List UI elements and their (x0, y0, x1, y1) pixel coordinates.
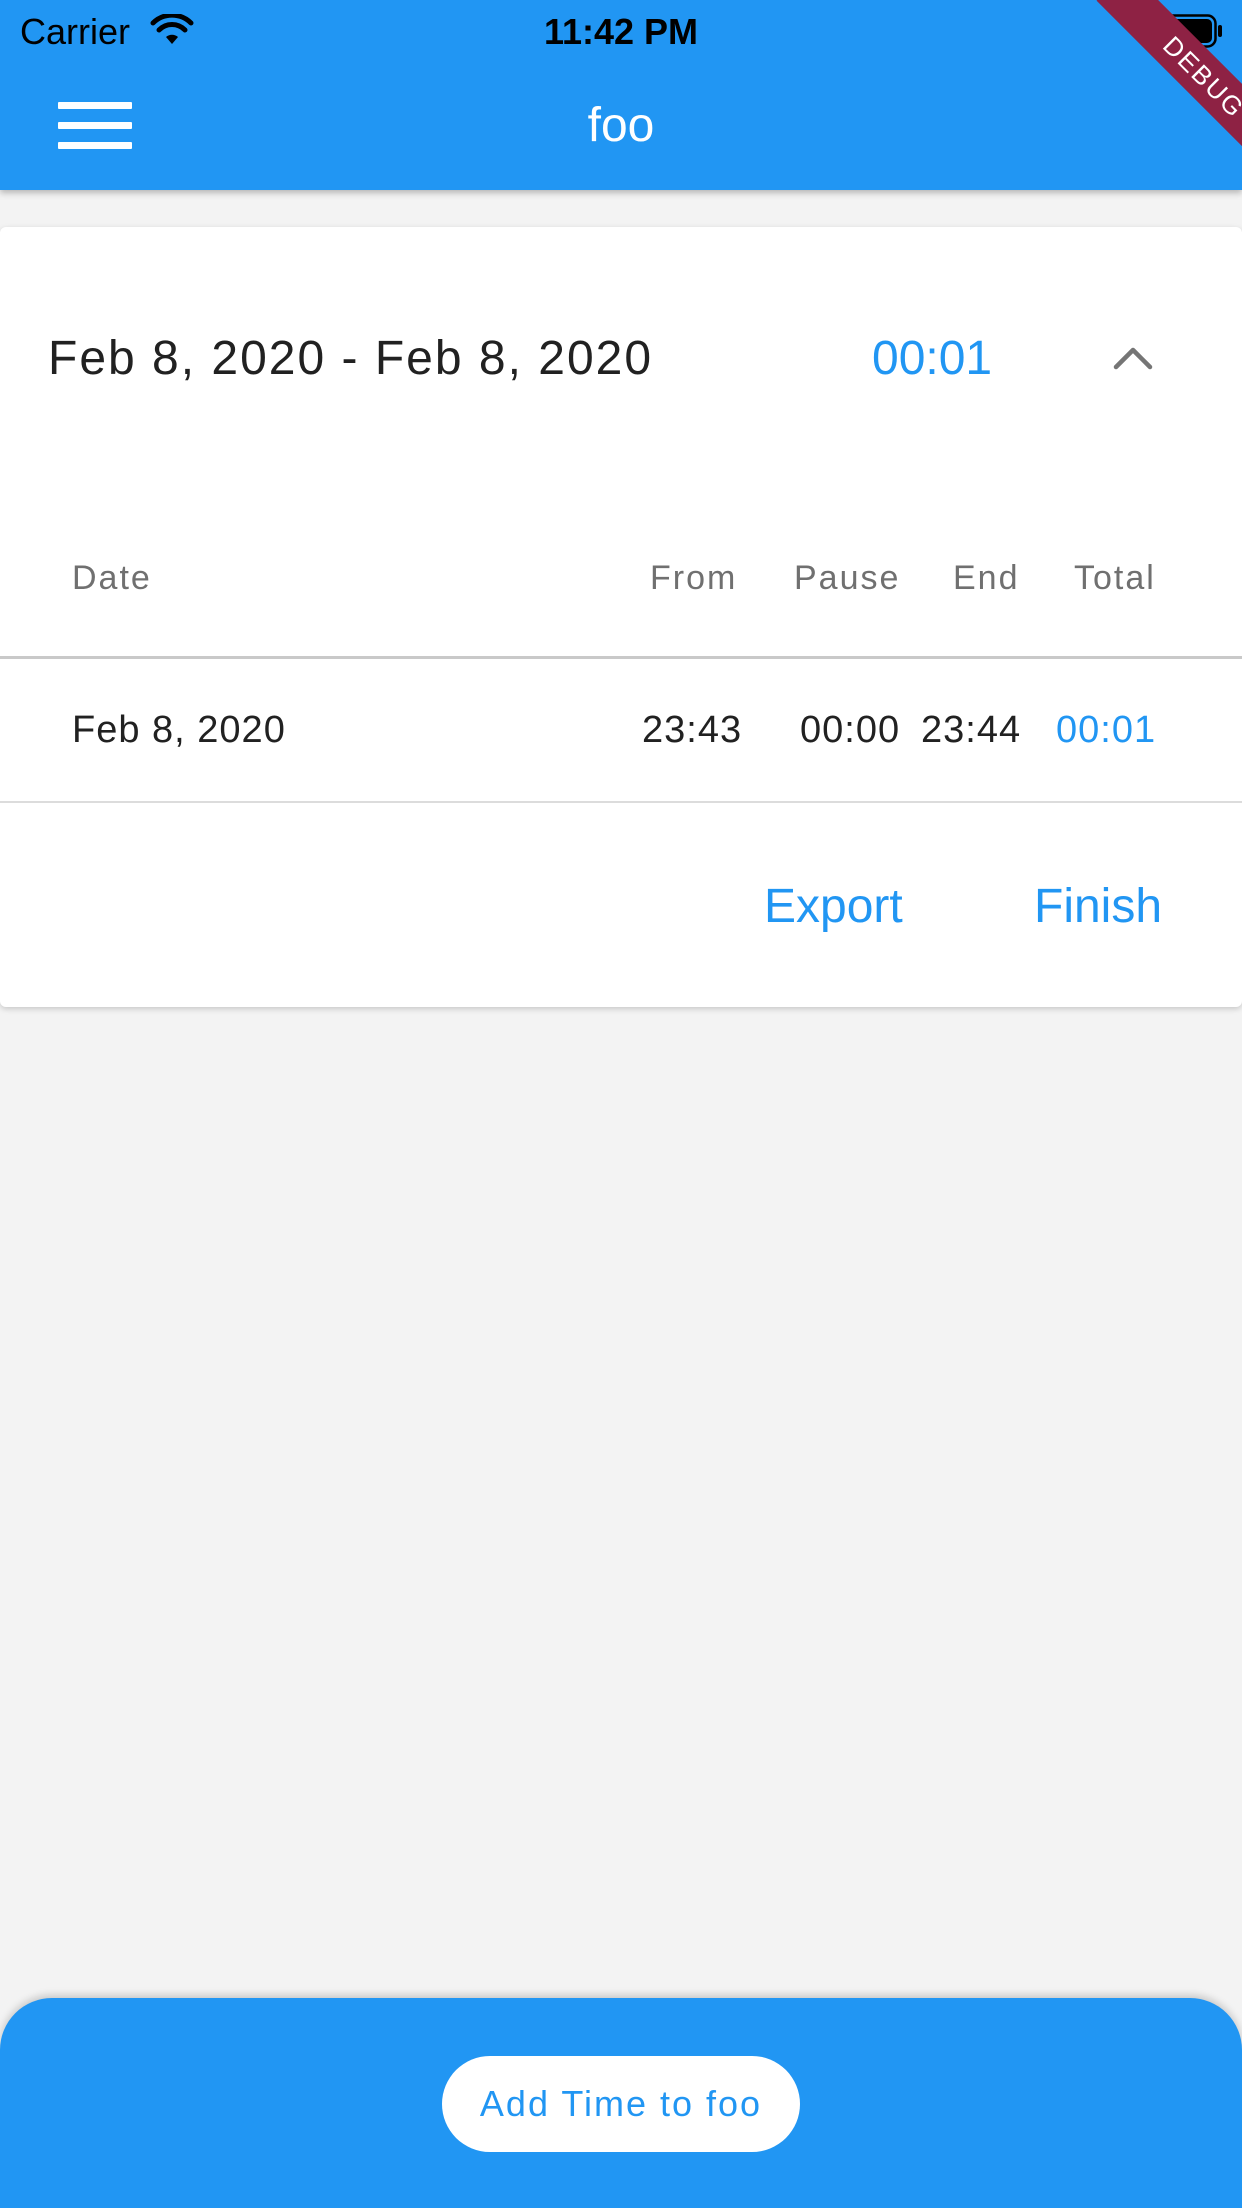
range-total-duration: 00:01 (872, 332, 993, 385)
add-time-button[interactable]: Add Time to foo (442, 2056, 800, 2152)
finish-button[interactable]: Finish (1034, 877, 1162, 937)
row-end: 23:44 (921, 709, 1022, 751)
status-time: 11:42 PM (543, 11, 699, 52)
column-header-end: End (953, 559, 1020, 597)
column-header-date: Date (72, 559, 152, 597)
column-header-from: From (650, 559, 738, 597)
bottom-bar: Add Time to foo (0, 1998, 1242, 2208)
page-title: foo (587, 99, 655, 152)
row-date: Feb 8, 2020 (72, 709, 286, 751)
row-pause: 00:00 (800, 709, 901, 751)
export-button[interactable]: Export (764, 877, 903, 937)
date-range-label: Feb 8, 2020 - Feb 8, 2020 (48, 332, 654, 385)
app-bar: Carrier 11:42 PM foo DEBUG (0, 0, 1242, 190)
time-range-card: Feb 8, 2020 - Feb 8, 2020 00:01 Date Fro… (0, 227, 1242, 1007)
row-total: 00:01 (1056, 709, 1157, 751)
table-row-divider (0, 801, 1242, 803)
table-header-divider (0, 656, 1242, 659)
column-header-total: Total (1074, 559, 1156, 597)
row-from: 23:43 (642, 709, 743, 751)
column-header-pause: Pause (794, 559, 901, 597)
chevron-up-icon[interactable] (1112, 343, 1154, 371)
